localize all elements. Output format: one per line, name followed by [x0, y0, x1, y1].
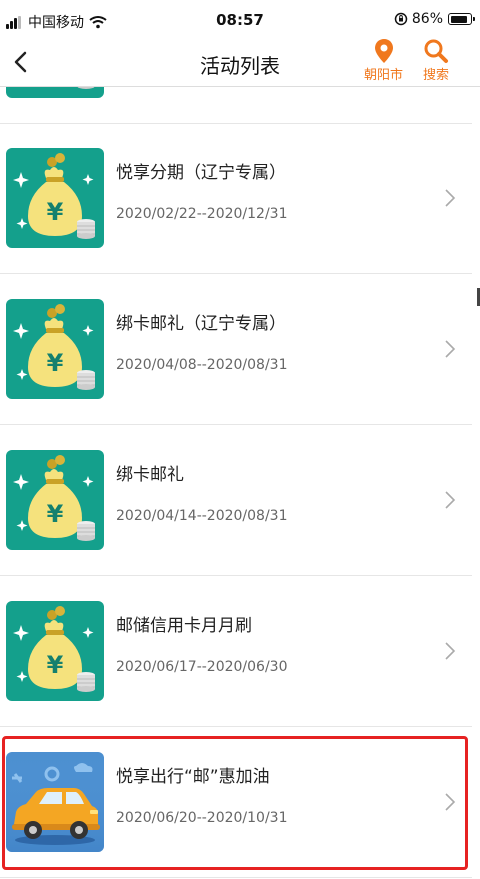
location-pin-icon: [374, 39, 393, 63]
orientation-lock-icon: [394, 12, 408, 26]
list-item[interactable]: 绑卡邮礼 2020/04/14--2020/08/31: [0, 426, 472, 576]
search-icon: [424, 39, 448, 63]
battery-level: [450, 15, 467, 23]
item-title: 悦享分期（辽宁专属）: [116, 163, 286, 183]
highlight-frame: [2, 736, 468, 870]
status-bar: 中国移动 08:57 86%: [0, 0, 480, 40]
battery-percent: 86%: [411, 11, 443, 27]
search-button[interactable]: 搜索: [423, 38, 449, 83]
item-title: 绑卡邮礼（辽宁专属）: [116, 314, 286, 334]
list-item-partial[interactable]: [0, 87, 472, 124]
chevron-right-icon: [445, 642, 456, 660]
money-bag-thumbnail: [6, 601, 104, 701]
money-bag-thumbnail: [6, 299, 104, 399]
battery-icon: [448, 13, 475, 25]
location-label: 朝阳市: [364, 68, 404, 83]
list-item[interactable]: 绑卡邮礼（辽宁专属） 2020/04/08--2020/08/31: [0, 275, 472, 425]
chevron-right-icon: [445, 491, 456, 509]
item-date: 2020/06/17--2020/06/30: [116, 659, 288, 675]
item-date: 2020/02/22--2020/12/31: [116, 206, 288, 222]
chevron-right-icon: [445, 340, 456, 358]
money-bag-thumbnail: [6, 87, 104, 98]
nav-bar: 活动列表 朝阳市 搜索: [0, 38, 480, 87]
item-title: 邮储信用卡月月刷: [116, 616, 252, 636]
page-title: 活动列表: [200, 54, 280, 78]
list-item[interactable]: 邮储信用卡月月刷 2020/06/17--2020/06/30: [0, 577, 472, 727]
list-item[interactable]: 悦享分期（辽宁专属） 2020/02/22--2020/12/31: [0, 124, 472, 274]
item-date: 2020/04/14--2020/08/31: [116, 508, 288, 524]
money-bag-thumbnail: [6, 148, 104, 248]
chevron-right-icon: [445, 189, 456, 207]
location-button[interactable]: 朝阳市: [364, 38, 403, 83]
item-date: 2020/04/08--2020/08/31: [116, 357, 288, 373]
status-right: 86%: [394, 11, 475, 27]
item-title: 绑卡邮礼: [116, 465, 184, 485]
search-label: 搜索: [423, 68, 450, 83]
money-bag-thumbnail: [6, 450, 104, 550]
